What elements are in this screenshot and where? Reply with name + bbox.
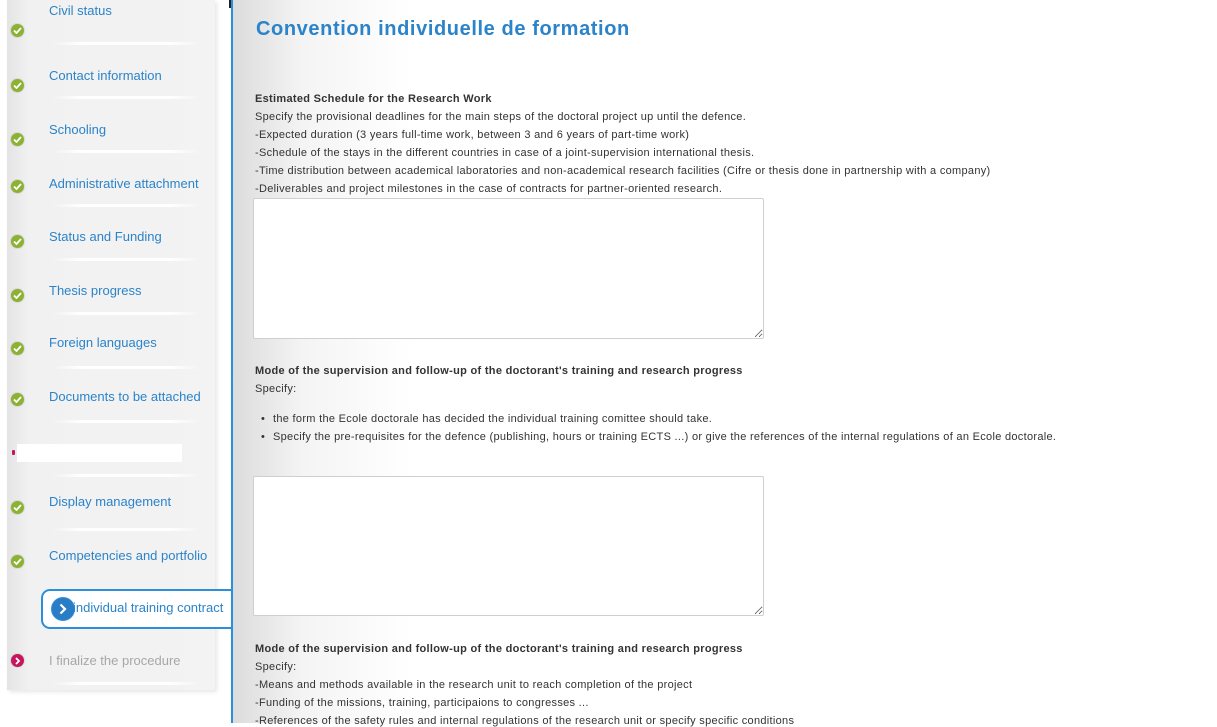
instruction-line: -Means and methods available in the rese… [255, 679, 693, 691]
sidebar-item-label: I finalize the procedure [49, 653, 181, 668]
check-icon [11, 235, 24, 248]
sidebar-separator [52, 474, 200, 477]
check-icon [11, 501, 24, 514]
sidebar-item-status-and-funding[interactable]: Status and Funding [0, 216, 232, 270]
section-title-supervision: Mode of the supervision and follow-up of… [255, 365, 743, 377]
sidebar-item-label [17, 444, 182, 462]
sidebar-item-documents-to-be-attached[interactable]: Documents to be attached [0, 378, 232, 432]
sidebar: Civil status Contact information Schooli… [0, 0, 232, 723]
page-title: Convention individuelle de formation [256, 18, 630, 40]
sidebar-item-label: Civil status [49, 3, 112, 18]
sidebar-item-label: Competencies and portfolio [49, 548, 208, 563]
sidebar-item-foreign-languages[interactable]: Foreign languages [0, 324, 232, 378]
sidebar-separator [52, 258, 200, 261]
check-icon [11, 555, 24, 568]
supervision-textarea[interactable] [253, 476, 764, 616]
sidebar-item-label: Status and Funding [49, 229, 162, 244]
sidebar-item-civil-status[interactable]: Civil status [0, 0, 232, 54]
sidebar-separator [52, 528, 200, 531]
check-icon [11, 133, 24, 146]
sidebar-separator [52, 312, 200, 315]
sidebar-item-label: individual training contract [73, 600, 224, 615]
sidebar-item-contact-information[interactable]: Contact information [0, 54, 232, 108]
check-icon [11, 79, 24, 92]
instruction-bullet: the form the Ecole doctorale has decided… [261, 413, 712, 425]
section-title-schedule: Estimated Schedule for the Research Work [255, 93, 492, 105]
instruction-line: -Schedule of the stays in the different … [255, 147, 755, 159]
chevron-right-icon [11, 654, 24, 667]
sidebar-separator [52, 150, 200, 153]
sidebar-item-competencies-and-portfolio[interactable]: Competencies and portfolio [0, 540, 232, 594]
instruction-bullet: Specify the pre-requisites for the defen… [261, 431, 1056, 443]
sidebar-separator [52, 42, 200, 45]
instruction-line: -References of the safety rules and inte… [255, 715, 795, 727]
sidebar-item-schooling[interactable]: Schooling [0, 108, 232, 162]
instruction-intro: Specify: [255, 661, 297, 673]
instruction-intro: Specify: [255, 383, 297, 395]
sidebar-separator [52, 204, 200, 207]
sidebar-separator [52, 366, 200, 369]
sidebar-separator [52, 682, 200, 685]
check-icon [11, 342, 24, 355]
sidebar-item-label: Contact information [49, 68, 162, 83]
status-marker [12, 450, 15, 455]
chevron-right-icon [52, 598, 74, 620]
sidebar-item-finalize-procedure[interactable]: I finalize the procedure [0, 640, 232, 694]
instruction-line: -Expected duration (3 years full-time wo… [255, 129, 690, 141]
sidebar-item-label: Schooling [49, 122, 107, 137]
check-icon [11, 180, 24, 193]
check-icon [11, 24, 24, 37]
sidebar-item-thesis-progress[interactable]: Thesis progress [0, 270, 232, 324]
sidebar-item-blank[interactable] [0, 432, 232, 486]
section-title-supervision-2: Mode of the supervision and follow-up of… [255, 643, 743, 655]
instruction-line: -Deliverables and project milestones in … [255, 183, 723, 195]
sidebar-item-display-management[interactable]: Display management [0, 486, 232, 540]
sidebar-item-administrative-attachment[interactable]: Administrative attachment [0, 162, 232, 216]
schedule-textarea[interactable] [253, 198, 764, 339]
sidebar-item-individual-training-contract[interactable]: individual training contract [41, 589, 232, 631]
check-icon [11, 289, 24, 302]
sidebar-item-label: Foreign languages [49, 335, 157, 350]
sidebar-item-label: Documents to be attached [49, 389, 201, 404]
main-content: Convention individuelle de formation Est… [233, 0, 1217, 727]
check-icon [11, 393, 24, 406]
instruction-line: Specify the provisional deadlines for th… [255, 111, 747, 123]
sidebar-item-label: Thesis progress [49, 283, 142, 298]
sidebar-separator [52, 96, 200, 99]
sidebar-item-label: Display management [49, 494, 172, 509]
instruction-line: -Time distribution between academical la… [255, 165, 991, 177]
instruction-line: -Funding of the missions, training, part… [255, 697, 589, 709]
sidebar-item-label: Administrative attachment [49, 176, 199, 191]
sidebar-separator [52, 420, 200, 423]
